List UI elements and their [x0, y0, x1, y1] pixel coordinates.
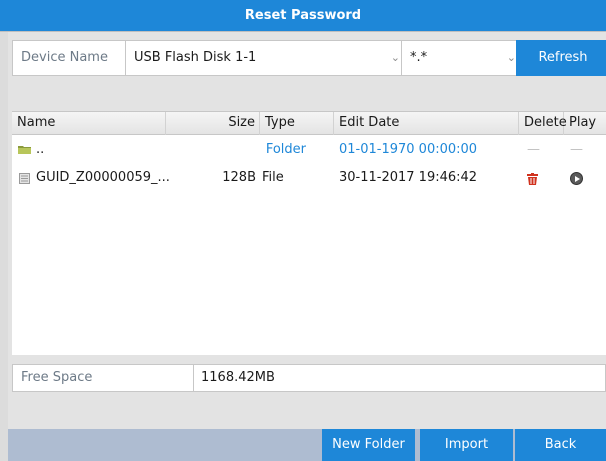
file-type: Folder: [265, 142, 306, 157]
device-select[interactable]: USB Flash Disk 1-1 ⌄: [126, 40, 409, 76]
file-size: [166, 136, 256, 164]
file-edit-date: 01-01-1970 00:00:00: [339, 142, 478, 157]
chevron-down-icon: ⌄: [390, 51, 400, 64]
footer-bar: New Folder Import Back: [8, 429, 606, 461]
refresh-button[interactable]: Refresh: [516, 40, 606, 76]
play-disabled: —: [570, 142, 583, 157]
column-header-name[interactable]: Name: [12, 112, 166, 135]
file-filter-value: *.*: [410, 50, 428, 65]
back-button[interactable]: Back: [515, 429, 606, 461]
file-name: GUID_Z00000059_...: [36, 170, 170, 185]
column-header-type[interactable]: Type: [260, 112, 334, 135]
import-button[interactable]: Import: [420, 429, 513, 461]
file-filter-select[interactable]: *.* ⌄: [401, 40, 525, 76]
file-size: 128B: [222, 170, 256, 185]
file-edit-date: 30-11-2017 19:46:42: [339, 170, 478, 185]
trash-icon[interactable]: [527, 173, 538, 185]
window-title: Reset Password: [0, 0, 606, 32]
device-select-value: USB Flash Disk 1-1: [134, 50, 257, 65]
table-header: Name Size Type Edit Date Delete Play: [12, 112, 606, 135]
device-name-label: Device Name: [12, 40, 126, 76]
new-folder-button[interactable]: New Folder: [322, 429, 415, 461]
free-space-value: 1168.42MB: [194, 364, 606, 392]
delete-disabled: —: [527, 142, 540, 157]
file-type: File: [262, 170, 284, 185]
file-name: ..: [36, 142, 45, 157]
file-icon: [19, 173, 30, 184]
column-header-delete[interactable]: Delete: [519, 112, 567, 135]
play-icon[interactable]: [570, 172, 583, 185]
table-row[interactable]: GUID_Z00000059_... 128B File 30-11-2017 …: [12, 164, 606, 192]
folder-icon: [18, 146, 31, 154]
free-space-label: Free Space: [12, 364, 194, 392]
column-header-edit-date[interactable]: Edit Date: [334, 112, 519, 135]
table-row[interactable]: .. Folder 01-01-1970 00:00:00 — —: [12, 136, 606, 164]
column-header-size[interactable]: Size: [166, 112, 260, 135]
device-row: Device Name USB Flash Disk 1-1 ⌄ *.* ⌄ R…: [12, 40, 606, 76]
chevron-down-icon: ⌄: [506, 51, 516, 64]
free-space-row: Free Space 1168.42MB: [12, 364, 606, 392]
file-table: Name Size Type Edit Date Delete Play .. …: [12, 111, 606, 355]
column-header-play[interactable]: Play: [564, 112, 606, 135]
